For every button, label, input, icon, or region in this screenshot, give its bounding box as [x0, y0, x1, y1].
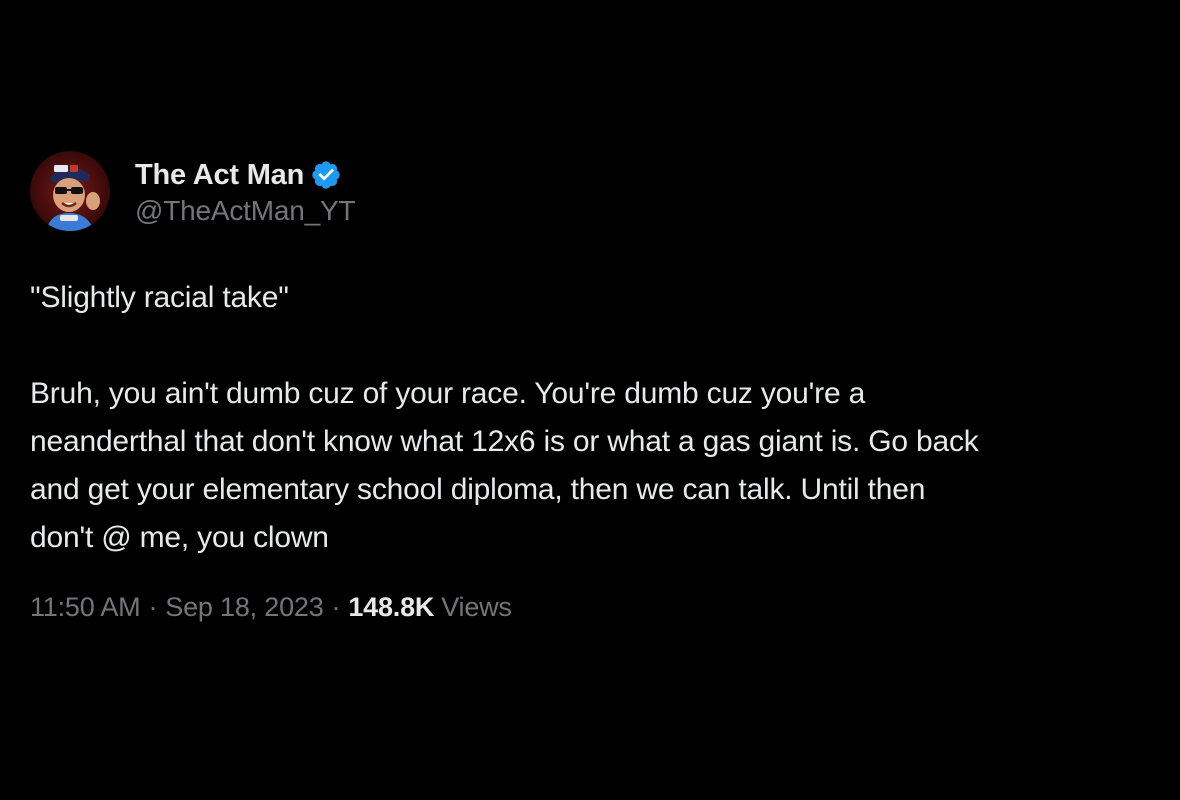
meta-separator: ·	[331, 592, 341, 622]
views-label: Views	[441, 592, 512, 622]
tweet-text-line: and get your elementary school diploma, …	[30, 473, 926, 506]
views-count[interactable]: 148.8K	[348, 592, 434, 623]
display-name[interactable]: The Act Man	[135, 159, 304, 192]
avatar[interactable]	[30, 151, 110, 231]
meta-separator: ·	[148, 592, 158, 622]
tweet-quote-line: "Slightly racial take"	[30, 281, 289, 314]
tweet-text-line: don't @ me, you clown	[30, 521, 329, 554]
handle[interactable]: @TheActMan_YT	[135, 195, 356, 227]
tweet: The Act Man @TheActMan_YT "Slightly raci…	[30, 150, 1160, 623]
avatar-image	[30, 151, 110, 231]
tweet-time[interactable]: 11:50 AM	[30, 592, 141, 623]
tweet-date[interactable]: Sep 18, 2023	[165, 592, 323, 623]
tweet-text: "Slightly racial take" Bruh, you ain't d…	[30, 274, 1160, 562]
author-identity: The Act Man @TheActMan_YT	[135, 155, 356, 227]
name-row: The Act Man	[135, 155, 355, 195]
tweet-text-line: Bruh, you ain't dumb cuz of your race. Y…	[30, 377, 866, 410]
tweet-text-line: neanderthal that don't know what 12x6 is…	[30, 425, 979, 458]
verified-badge-icon	[310, 159, 342, 191]
tweet-meta: 11:50 AM · Sep 18, 2023 · 148.8K Views	[30, 592, 1160, 623]
tweet-header: The Act Man @TheActMan_YT	[30, 150, 1160, 232]
